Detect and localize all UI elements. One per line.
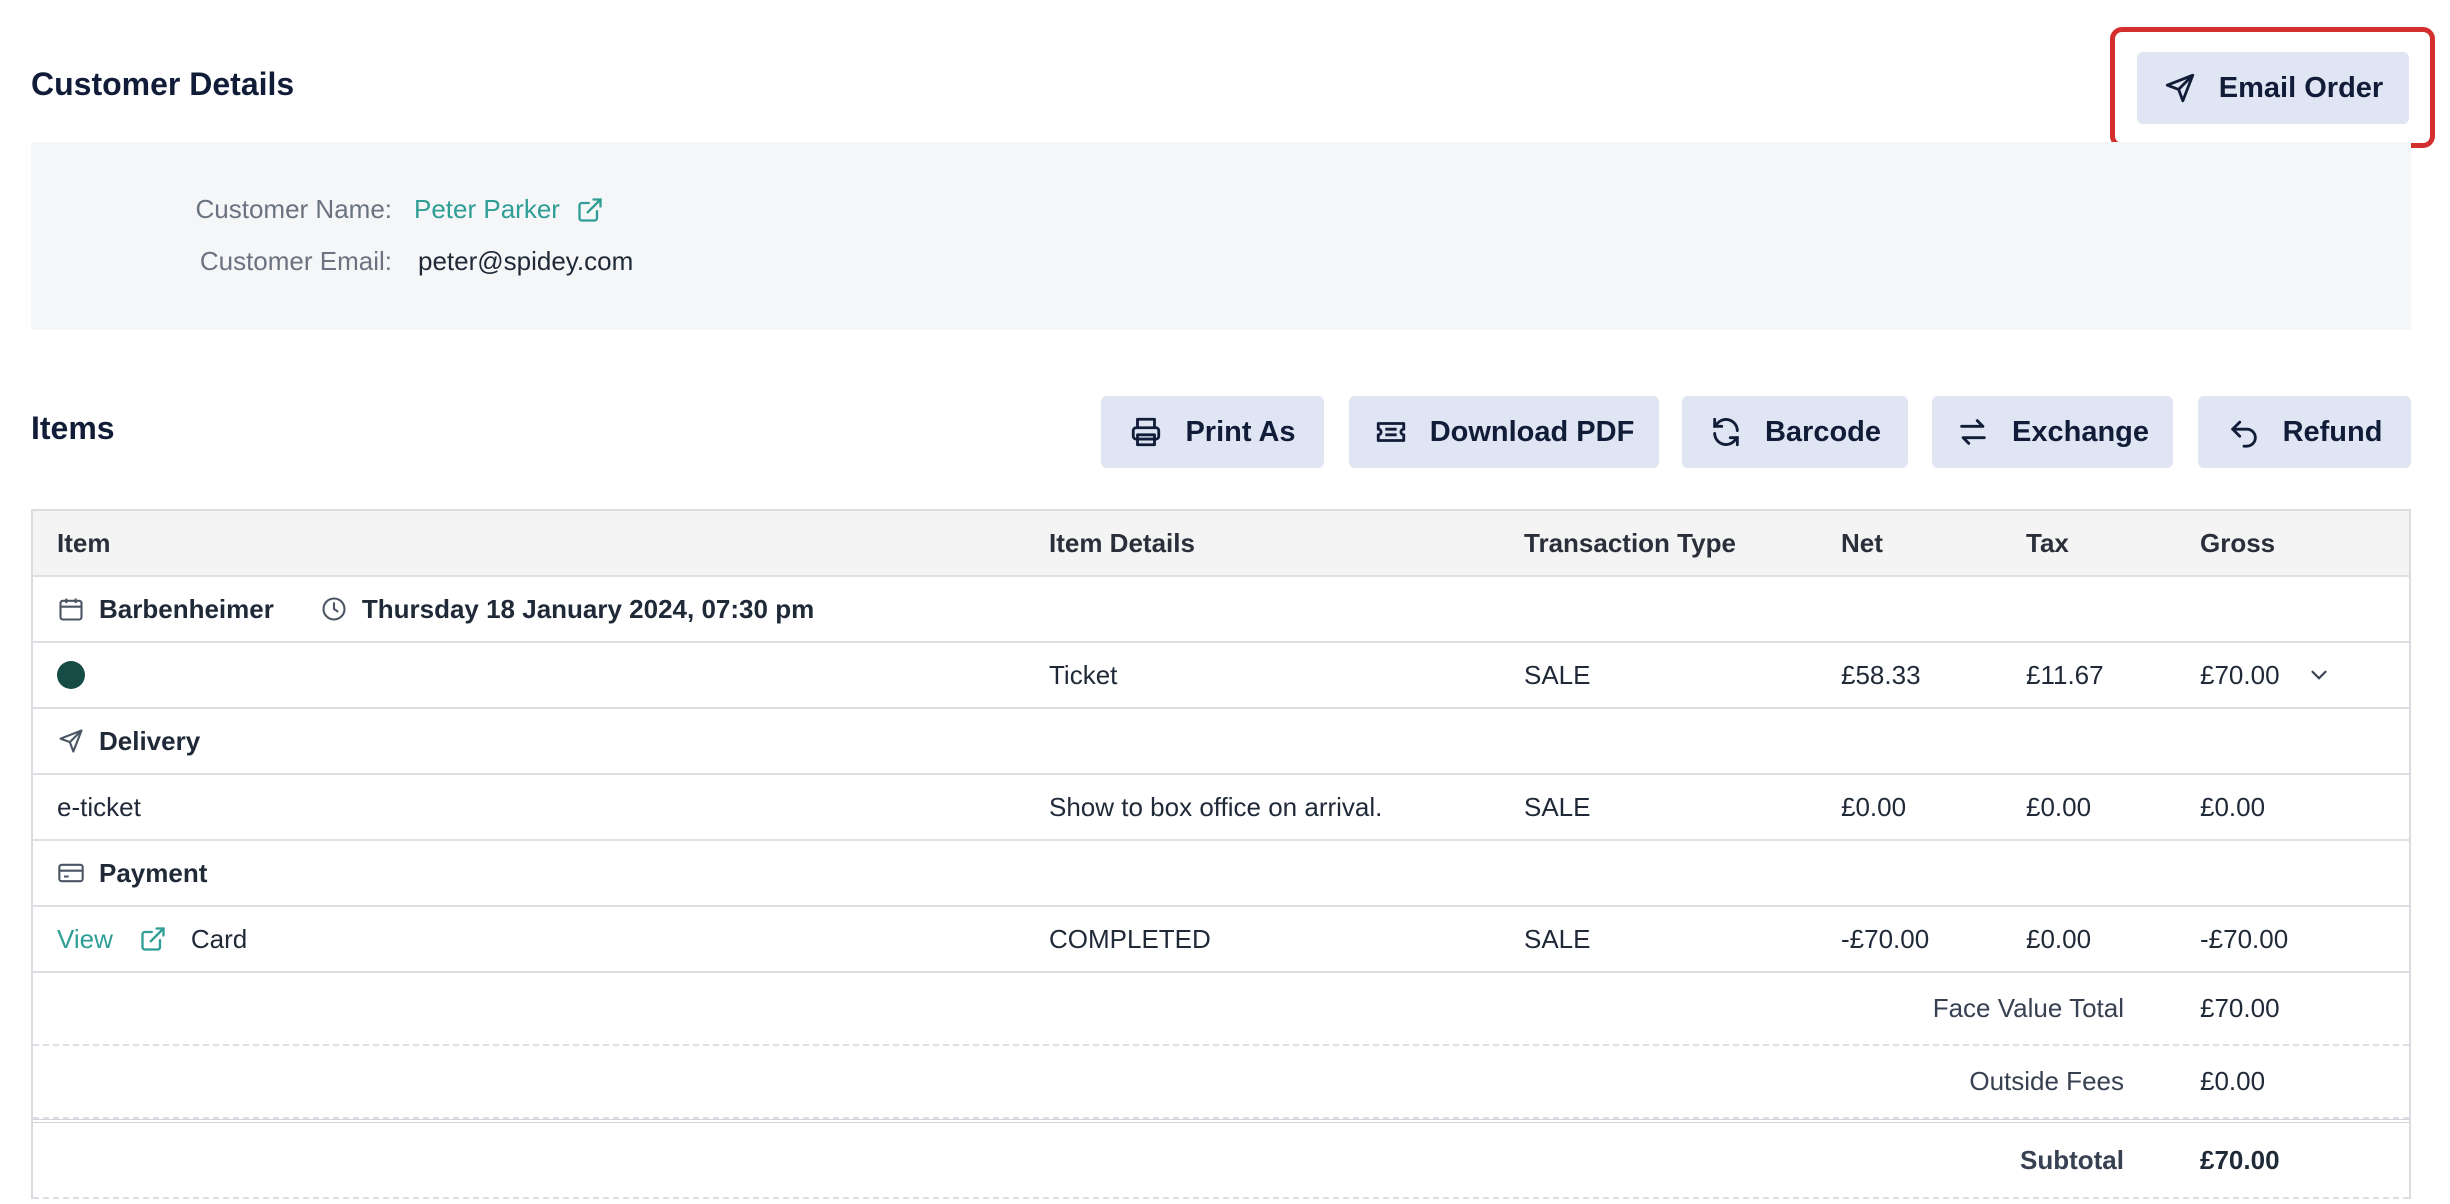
table-row: e-ticket Show to box office on arrival. … bbox=[33, 775, 2409, 841]
ticket-gross-cell: £70.00 bbox=[2200, 643, 2332, 707]
payment-gross: -£70.00 bbox=[2200, 923, 2289, 954]
delivery-group-label: Delivery bbox=[99, 725, 201, 756]
send-icon bbox=[59, 729, 83, 753]
payment-group-row: Payment bbox=[33, 841, 2409, 907]
delivery-type: SALE bbox=[1524, 791, 1591, 822]
table-row[interactable]: Ticket SALE £58.33 £11.67 £70.00 bbox=[33, 643, 2409, 709]
payment-method: Card bbox=[190, 923, 248, 954]
outside-fees-label: Outside Fees bbox=[1969, 1066, 2124, 1096]
undo-icon bbox=[2230, 420, 2257, 448]
ticket-tax: £11.67 bbox=[2026, 659, 2104, 690]
download-pdf-button[interactable]: Download PDF bbox=[1349, 396, 1659, 468]
column-header-gross[interactable]: Gross bbox=[2200, 511, 2275, 575]
delivery-gross: £0.00 bbox=[2200, 791, 2266, 822]
barcode-label: Barcode bbox=[1764, 415, 1882, 448]
outside-fees-value: £0.00 bbox=[2200, 1066, 2266, 1096]
outside-fees-row: Outside Fees £0.00 bbox=[33, 1046, 2409, 1119]
customer-name-row: Customer Name: Peter Parker bbox=[31, 194, 604, 225]
delivery-tax: £0.00 bbox=[2026, 791, 2092, 822]
ticket-type: SALE bbox=[1524, 659, 1591, 690]
ticket-details: Ticket bbox=[1049, 659, 1118, 690]
ticket-status-cell bbox=[57, 643, 85, 707]
print-as-label: Print As bbox=[1185, 415, 1296, 448]
customer-email-row: Customer Email: peter@spidey.com bbox=[31, 246, 633, 277]
column-header-item-details[interactable]: Item Details bbox=[1049, 511, 1195, 575]
delivery-item: e-ticket bbox=[57, 791, 141, 822]
event-datetime: Thursday 18 January 2024, 07:30 pm bbox=[361, 593, 815, 624]
customer-name-link[interactable]: Peter Parker bbox=[414, 194, 560, 225]
event-group-row: Barbenheimer Thursday 18 January 2024, 0… bbox=[33, 577, 2409, 643]
delivery-details: Show to box office on arrival. bbox=[1049, 791, 1383, 822]
delivery-net: £0.00 bbox=[1841, 791, 1907, 822]
chevron-down-icon[interactable] bbox=[2306, 662, 2332, 688]
payment-status: COMPLETED bbox=[1049, 923, 1211, 954]
payment-group-label: Payment bbox=[99, 857, 208, 888]
external-link-icon[interactable] bbox=[139, 925, 167, 953]
ticket-gross: £70.00 bbox=[2200, 659, 2280, 690]
column-header-net[interactable]: Net bbox=[1841, 511, 1883, 575]
face-value-total-row: Face Value Total £70.00 bbox=[33, 973, 2409, 1046]
column-header-item[interactable]: Item bbox=[57, 511, 110, 575]
payment-view-link[interactable]: View bbox=[57, 924, 113, 955]
customer-details-panel: Customer Name: Peter Parker Customer Ema… bbox=[31, 142, 2411, 330]
payment-tax: £0.00 bbox=[2026, 923, 2092, 954]
payment-net: -£70.00 bbox=[1841, 923, 1930, 954]
event-name: Barbenheimer bbox=[99, 593, 274, 624]
subtotal-value: £70.00 bbox=[2200, 1144, 2280, 1175]
ticket-status-dot bbox=[57, 661, 85, 689]
refresh-icon bbox=[1713, 417, 1739, 447]
items-table: Item Item Details Transaction Type Net T… bbox=[31, 509, 2411, 1199]
calendar-icon bbox=[59, 598, 83, 621]
table-header-row: Item Item Details Transaction Type Net T… bbox=[33, 511, 2409, 577]
delivery-group: Delivery bbox=[57, 709, 200, 773]
swap-icon bbox=[1960, 419, 1986, 445]
external-link-icon[interactable] bbox=[576, 196, 604, 224]
clock-icon bbox=[322, 597, 346, 621]
printer-icon bbox=[1132, 417, 1161, 447]
customer-email-value: peter@spidey.com bbox=[418, 246, 634, 276]
refund-label: Refund bbox=[2282, 415, 2383, 448]
column-header-tax[interactable]: Tax bbox=[2026, 511, 2069, 575]
payment-type: SALE bbox=[1524, 923, 1591, 954]
face-value-total-label: Face Value Total bbox=[1932, 993, 2124, 1023]
print-as-button[interactable]: Print As bbox=[1101, 396, 1324, 468]
face-value-total-value: £70.00 bbox=[2200, 993, 2280, 1023]
payment-item-cell: View Card bbox=[57, 907, 247, 971]
table-row: View Card COMPLETED SALE -£70.00 £0.00 -… bbox=[33, 907, 2409, 973]
ticket-net: £58.33 bbox=[1841, 659, 1921, 690]
exchange-button[interactable]: Exchange bbox=[1932, 396, 2173, 468]
payment-group: Payment bbox=[57, 841, 207, 905]
delivery-group-row: Delivery bbox=[33, 709, 2409, 775]
column-header-transaction-type[interactable]: Transaction Type bbox=[1524, 511, 1736, 575]
exchange-label: Exchange bbox=[2012, 415, 2149, 448]
barcode-button[interactable]: Barcode bbox=[1682, 396, 1908, 468]
subtotal-row: Subtotal £70.00 bbox=[33, 1119, 2409, 1199]
customer-email-label: Customer Email: bbox=[199, 246, 392, 276]
download-pdf-label: Download PDF bbox=[1429, 415, 1635, 448]
items-title: Items bbox=[31, 410, 115, 446]
refund-button[interactable]: Refund bbox=[2198, 396, 2411, 468]
customer-details-title: Customer Details bbox=[31, 66, 295, 102]
highlight-annotation bbox=[2110, 27, 2435, 148]
subtotal-label: Subtotal bbox=[2020, 1144, 2124, 1175]
event-group: Barbenheimer Thursday 18 January 2024, 0… bbox=[57, 577, 814, 641]
credit-card-icon bbox=[58, 863, 84, 883]
ticket-icon bbox=[1376, 422, 1405, 442]
customer-name-label: Customer Name: bbox=[195, 194, 393, 224]
